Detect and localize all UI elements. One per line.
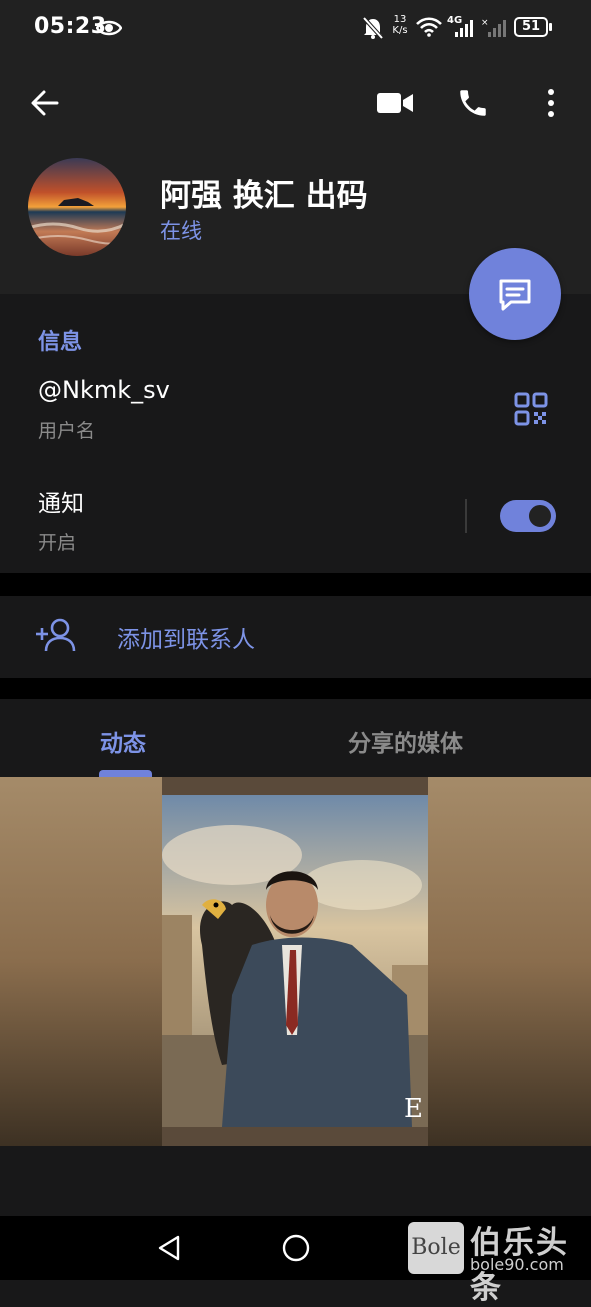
- watermark-url: bole90.com: [470, 1255, 564, 1274]
- username-value[interactable]: @Nkmk_sv: [38, 376, 170, 404]
- net-rate: 13 K/s: [389, 14, 411, 36]
- notifications-title: 通知: [38, 491, 84, 517]
- section-gap: [0, 573, 591, 596]
- svg-text:E: E: [404, 1094, 423, 1124]
- message-icon: [499, 279, 531, 311]
- tab-shared-media[interactable]: 分享的媒体: [348, 724, 463, 758]
- tab-posts[interactable]: 动态: [100, 724, 146, 758]
- eye-icon: [96, 20, 122, 36]
- mute-bell-icon: [362, 16, 384, 40]
- message-button[interactable]: [469, 248, 561, 340]
- svg-text:×: ×: [481, 18, 489, 28]
- add-person-icon: [36, 618, 76, 652]
- online-status: 在线: [160, 219, 202, 243]
- wifi-icon: [416, 17, 442, 37]
- contact-name: 阿强 换汇 出码: [160, 178, 368, 214]
- username-label: 用户名: [38, 420, 96, 442]
- video-camera-icon[interactable]: [376, 90, 414, 116]
- qr-code-icon[interactable]: [514, 392, 548, 426]
- avatar-sunset-image: [28, 158, 126, 256]
- phone-icon[interactable]: [456, 86, 490, 120]
- signal-icon: [455, 20, 473, 37]
- post-image[interactable]: E: [162, 795, 428, 1127]
- feed-bottom: [0, 1146, 591, 1216]
- net-rate-unit: K/s: [392, 25, 408, 36]
- watermark-logo: Bole: [408, 1222, 464, 1274]
- nav-home-icon[interactable]: [281, 1233, 311, 1263]
- battery-tip: [549, 23, 552, 31]
- section-gap: [0, 678, 591, 699]
- nav-back-icon[interactable]: [156, 1234, 182, 1262]
- toggle-knob: [527, 503, 553, 529]
- man-with-eagle-image: E: [162, 795, 428, 1127]
- notifications-toggle[interactable]: [500, 500, 556, 532]
- notifications-state: 开启: [38, 532, 77, 554]
- divider: [465, 499, 467, 533]
- add-contact-row[interactable]: [0, 596, 591, 678]
- add-contact-label[interactable]: 添加到联系人: [117, 620, 255, 654]
- signal-2-icon: ×: [481, 18, 506, 37]
- net-rate-value: 13: [393, 14, 407, 25]
- tab-indicator: [99, 770, 152, 777]
- tab-bar: [0, 699, 591, 777]
- section-title: 信息: [38, 330, 83, 355]
- more-vertical-icon[interactable]: [545, 88, 557, 118]
- avatar[interactable]: [28, 158, 126, 256]
- arrow-left-icon[interactable]: [30, 88, 60, 118]
- battery-indicator: 51: [514, 17, 548, 37]
